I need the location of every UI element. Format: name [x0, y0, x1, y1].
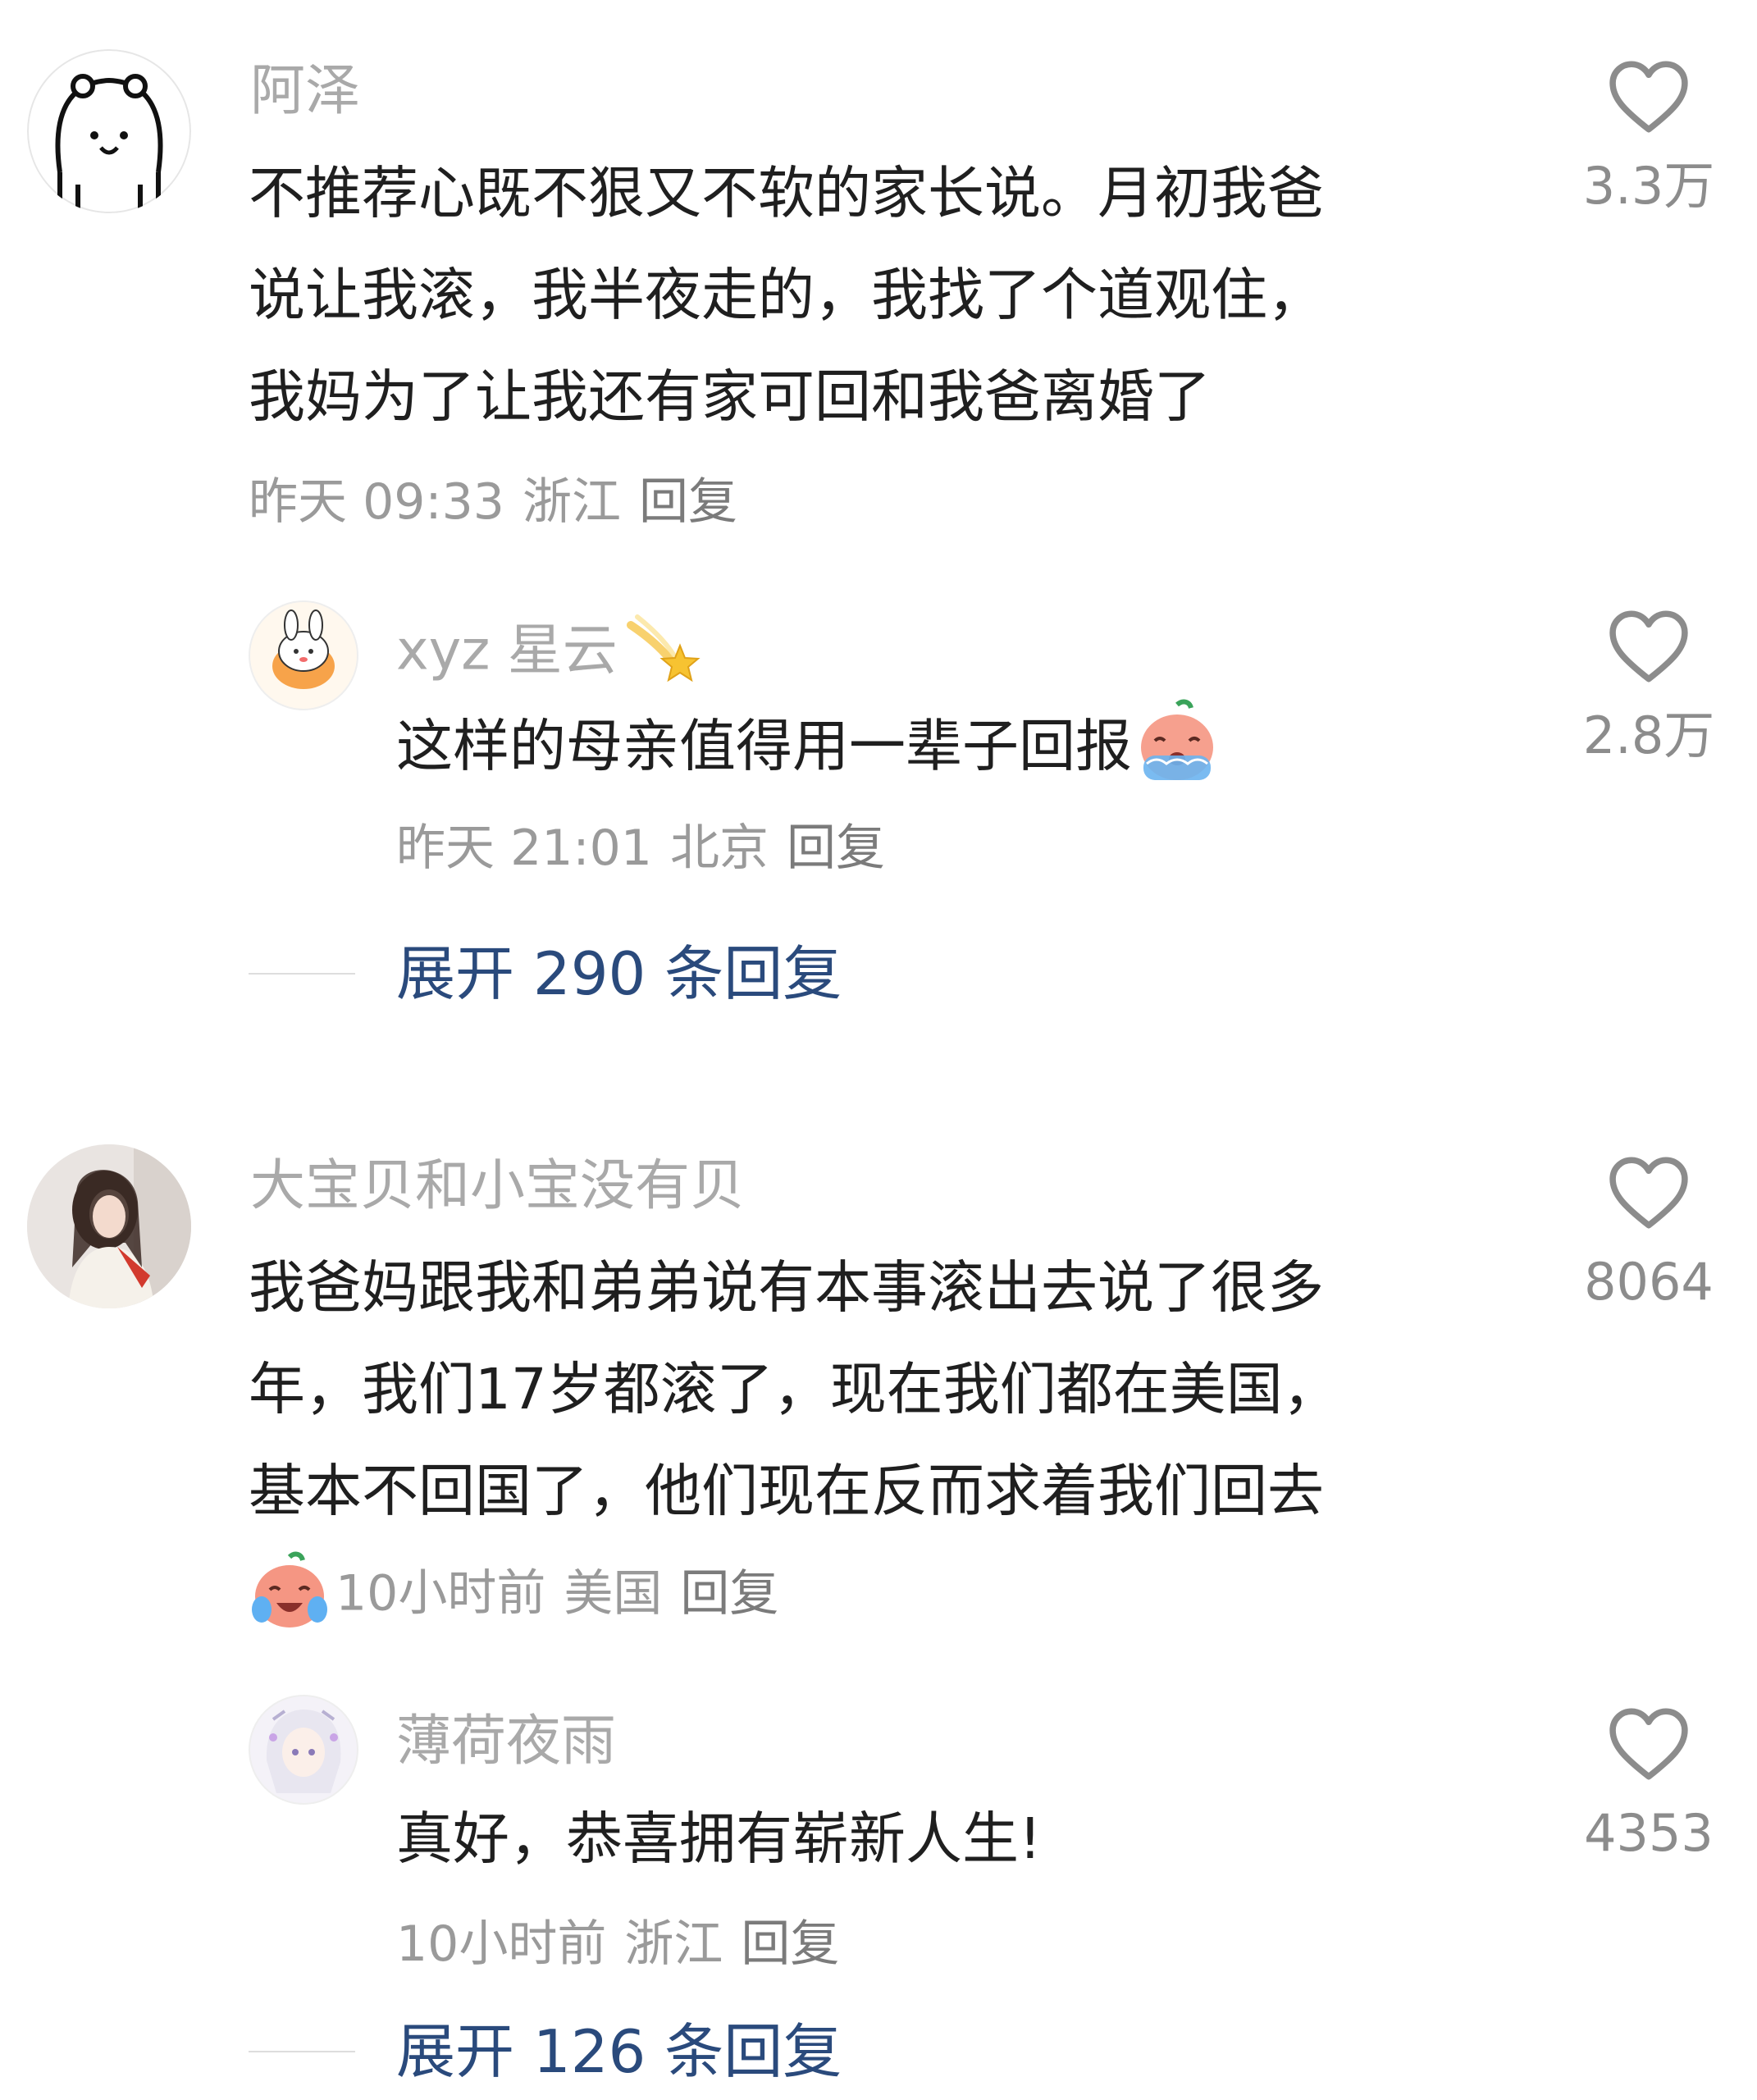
like-count: 8064: [1584, 1252, 1714, 1312]
scrollbar[interactable]: [1747, 0, 1757, 2100]
reply-time: 10小时前: [396, 1915, 607, 1973]
comment-line: 说让我滚，我半夜走的，我找了个道观住，: [249, 262, 1324, 328]
heart-icon: [1609, 1708, 1688, 1780]
reply-button[interactable]: 回复: [787, 819, 885, 877]
username[interactable]: 大宝贝和小宝没有贝: [250, 1153, 745, 1218]
reply-text-content: 真好，恭喜拥有崭新人生!: [396, 1806, 1042, 1872]
cartoon-rabbit-avatar-icon: [249, 600, 358, 710]
comment-line: 年，我们17岁都滚了，现在我们都在美国，: [249, 1357, 1339, 1422]
cartoon-bear-avatar-icon: [27, 49, 191, 213]
reply-button[interactable]: 回复: [680, 1565, 778, 1623]
reply-avatar[interactable]: [249, 600, 358, 710]
reply-button[interactable]: 回复: [741, 1915, 839, 1973]
reply-username[interactable]: 薄荷夜雨: [396, 1708, 616, 1774]
reply-meta: 10小时前 浙江 回复: [396, 1911, 839, 1977]
comment-line: 我爸妈跟我和弟弟说有本事滚出去说了很多: [249, 1255, 1324, 1321]
shooting-star-icon: [626, 614, 701, 682]
reply-text: 真好，恭喜拥有崭新人生!: [396, 1788, 1042, 1890]
comment-line: 不推荐心既不狠又不软的家长说。月初我爸: [249, 161, 1324, 226]
like-count: 2.8万: [1582, 705, 1715, 765]
photo-woman-avatar-icon: [27, 1144, 191, 1308]
reply-button[interactable]: 回复: [639, 473, 737, 531]
reply-text: 这样的母亲值得用一辈子回报: [396, 696, 1222, 797]
user-avatar[interactable]: [27, 1144, 191, 1308]
expand-replies-label[interactable]: 展开 290 条回复: [396, 937, 842, 1011]
comment-line: 基本不回国了，他们现在反而求着我们回去: [249, 1459, 1324, 1524]
heart-icon: [1609, 610, 1688, 682]
like-count: 4353: [1584, 1803, 1714, 1863]
reply-username[interactable]: xyz 星云: [396, 614, 705, 691]
comment-time: 10小时前: [335, 1564, 546, 1623]
reply-avatar[interactable]: [249, 1695, 358, 1805]
comment-time: 昨天 09:33: [249, 473, 504, 531]
user-avatar[interactable]: [27, 49, 191, 213]
reply-meta: 昨天 21:01 北京 回复: [396, 815, 885, 881]
username[interactable]: 阿泽: [250, 57, 360, 123]
reply-time: 昨天 21:01: [396, 819, 652, 877]
reply-location: 北京: [669, 819, 769, 877]
reply-username-text: xyz 星云: [396, 618, 618, 682]
comment-line: 我妈为了让我还有家可回和我爸离婚了: [249, 364, 1211, 430]
expand-divider: [249, 2051, 355, 2052]
heart-icon: [1609, 1157, 1688, 1229]
reply-like-button[interactable]: 4353: [1542, 1706, 1755, 1862]
like-count: 3.3万: [1582, 156, 1715, 216]
heart-icon: [1609, 61, 1688, 133]
comment-text: 不推荐心既不狠又不软的家长说。月初我爸 说让我滚，我半夜走的，我找了个道观住， …: [249, 143, 1324, 448]
comment-meta: 10小时前 美国 回复: [249, 1551, 778, 1632]
like-button[interactable]: 8064: [1542, 1155, 1755, 1311]
like-button[interactable]: 3.3万: [1542, 59, 1755, 215]
anime-girl-avatar-icon: [249, 1695, 358, 1805]
reply-like-button[interactable]: 2.8万: [1542, 609, 1755, 765]
comment-text: 我爸妈跟我和弟弟说有本事滚出去说了很多 年，我们17岁都滚了，现在我们都在美国，…: [249, 1237, 1339, 1542]
crying-face-icon: [1141, 699, 1213, 780]
comment-location: 浙江: [522, 473, 621, 531]
comment-meta: 昨天 09:33 浙江 回复: [249, 469, 737, 535]
expand-divider: [249, 973, 355, 975]
laughing-crying-face-icon: [252, 1551, 327, 1628]
comment-location: 美国: [564, 1564, 663, 1623]
reply-location: 浙江: [624, 1915, 723, 1973]
expand-replies-label[interactable]: 展开 126 条回复: [396, 2015, 842, 2089]
reply-text-content: 这样的母亲值得用一辈子回报: [396, 714, 1132, 779]
